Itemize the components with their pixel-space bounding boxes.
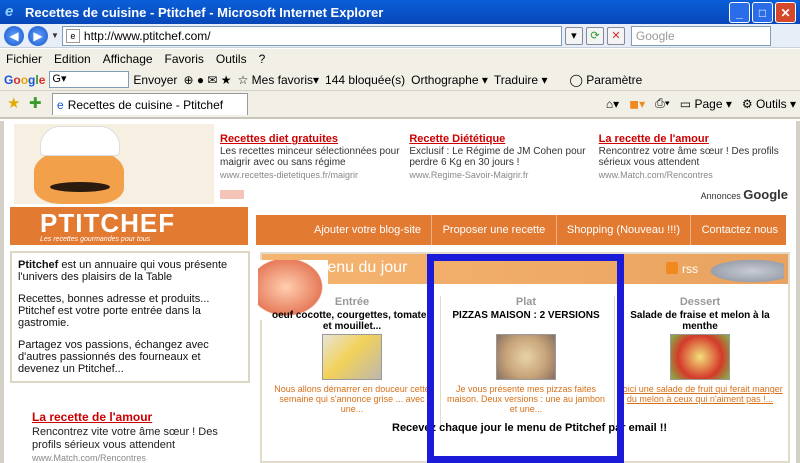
fish-decoration-image [704, 258, 784, 284]
dessert-photo[interactable] [670, 334, 730, 380]
settings-button[interactable]: ◯ Paramètre [569, 73, 642, 87]
entree-photo[interactable] [322, 334, 382, 380]
left-ad-link[interactable]: La recette de l'amour [32, 411, 242, 424]
ads-by-google-label[interactable]: Annonces Google [701, 187, 788, 202]
window-title: Recettes de cuisine - Ptitchef - Microso… [25, 4, 384, 20]
popup-blocker-button[interactable]: 144 bloquée(s) [325, 73, 405, 87]
ad-link[interactable]: Recette Diététique [409, 134, 592, 145]
ad-link[interactable]: La recette de l'amour [599, 134, 782, 145]
menu-file[interactable]: Fichier [0, 52, 48, 66]
page-icon: e [65, 28, 80, 43]
rss-icon [666, 262, 678, 274]
entree-column: Entrée oeuf cocotte, courgettes, tomates… [268, 296, 436, 414]
ie-logo-icon: e [5, 3, 14, 20]
tab-bar: ★ ✚ e Recettes de cuisine - Ptitchef ⌂▾ ◼… [0, 91, 800, 119]
feeds-icon[interactable]: ◼▾ [629, 97, 645, 111]
entree-dish-link[interactable]: oeuf cocotte, courgettes, tomates et mou… [268, 310, 436, 332]
window-titlebar: e Recettes de cuisine - Ptitchef - Micro… [0, 0, 800, 24]
refresh-button[interactable]: ⟳ [585, 26, 604, 45]
tab-page-icon: e [57, 97, 64, 112]
brand-bar: PTITCHEF Les recettes gourmandes pour to… [10, 207, 248, 245]
nav-propose-recipe[interactable]: Proposer une recette [443, 224, 546, 236]
google-logo: Google [4, 72, 46, 87]
nav-shopping[interactable]: Shopping (Nouveau !!!) [567, 224, 680, 236]
chef-logo-image[interactable] [14, 124, 214, 204]
menu-title: Menu du jour [314, 259, 408, 276]
spellcheck-button[interactable]: Orthographe ▾ [411, 73, 488, 87]
site-header: Recettes diet gratuites Les recettes minc… [10, 121, 794, 207]
home-icon[interactable]: ⌂▾ [606, 97, 619, 111]
ad-item: Recettes diet gratuites Les recettes minc… [220, 134, 409, 204]
menu-tools[interactable]: Outils [210, 52, 253, 66]
google-send-button[interactable]: Envoyer [133, 73, 177, 87]
url-input[interactable]: e http://www.ptitchef.com/ [61, 25, 562, 46]
translate-button[interactable]: Traduire ▾ [494, 73, 548, 87]
go-dropdown-button[interactable]: ▾ [564, 26, 583, 45]
minimize-button[interactable]: _ [729, 2, 750, 23]
nav-add-blog[interactable]: Ajouter votre blog-site [314, 224, 421, 236]
left-ad: La recette de l'amour Rencontrez vite vo… [32, 411, 242, 463]
forward-button[interactable]: ▶ [28, 25, 48, 46]
google-search-input[interactable]: G▾ [49, 71, 130, 88]
page-viewport: Recettes diet gratuites Les recettes minc… [0, 121, 800, 463]
intro-box: Ptitchef est un annuaire qui vous présen… [10, 251, 250, 383]
tagline: Les recettes gourmandes pour tous [40, 236, 151, 243]
menu-help[interactable]: ? [253, 52, 272, 66]
google-toolbar: Google G▾ Envoyer ⊕ ● ✉ ★ ☆ Mes favoris▾… [0, 69, 800, 91]
menu-bar: Fichier Edition Affichage Favoris Outils… [0, 49, 800, 69]
menu-favorites[interactable]: Favoris [159, 52, 210, 66]
maximize-button[interactable]: □ [752, 2, 773, 23]
menu-edit[interactable]: Edition [48, 52, 97, 66]
toolbar-icons[interactable]: ⊕ ● ✉ ★ [183, 73, 231, 87]
dessert-column: Dessert Salade de fraise et melon à la m… [616, 296, 784, 404]
ad-link[interactable]: Recettes diet gratuites [220, 134, 403, 145]
ad-item: Recette Diététique Exclusif : Le Régime d… [409, 134, 598, 204]
ad-prev-next-buttons[interactable] [220, 190, 244, 199]
page-menu-button[interactable]: ▭ Page ▾ [680, 97, 732, 111]
nav-contact[interactable]: Contactez nous [702, 224, 778, 236]
back-button[interactable]: ◀ [4, 25, 24, 46]
print-icon[interactable]: ⎙▾ [655, 96, 670, 111]
search-input[interactable]: Google [630, 25, 771, 46]
highlight-box [427, 254, 624, 463]
bookmarks-button[interactable]: ☆ Mes favoris▾ [238, 73, 319, 87]
site-logo-text[interactable]: PTITCHEF [40, 208, 175, 239]
history-dropdown-icon[interactable]: ▼ [51, 31, 59, 40]
close-button[interactable]: ✕ [775, 2, 796, 23]
add-favorites-icon[interactable]: ✚ [29, 94, 42, 112]
tools-menu-button[interactable]: ⚙ Outils ▾ [742, 97, 796, 111]
dessert-dish-link[interactable]: Salade de fraise et melon à la menthe [616, 310, 784, 332]
stop-button[interactable]: ✕ [606, 26, 625, 45]
tab-ptitchef[interactable]: e Recettes de cuisine - Ptitchef [52, 93, 248, 115]
favorites-star-icon[interactable]: ★ [7, 94, 20, 112]
rss-link[interactable]: rss [666, 262, 698, 276]
menu-view[interactable]: Affichage [97, 52, 159, 66]
main-nav: Ajouter votre blog-site Proposer une rec… [256, 215, 786, 245]
address-bar: ◀ ▶ ▼ e http://www.ptitchef.com/ ▾ ⟳ ✕ Go… [0, 24, 800, 48]
